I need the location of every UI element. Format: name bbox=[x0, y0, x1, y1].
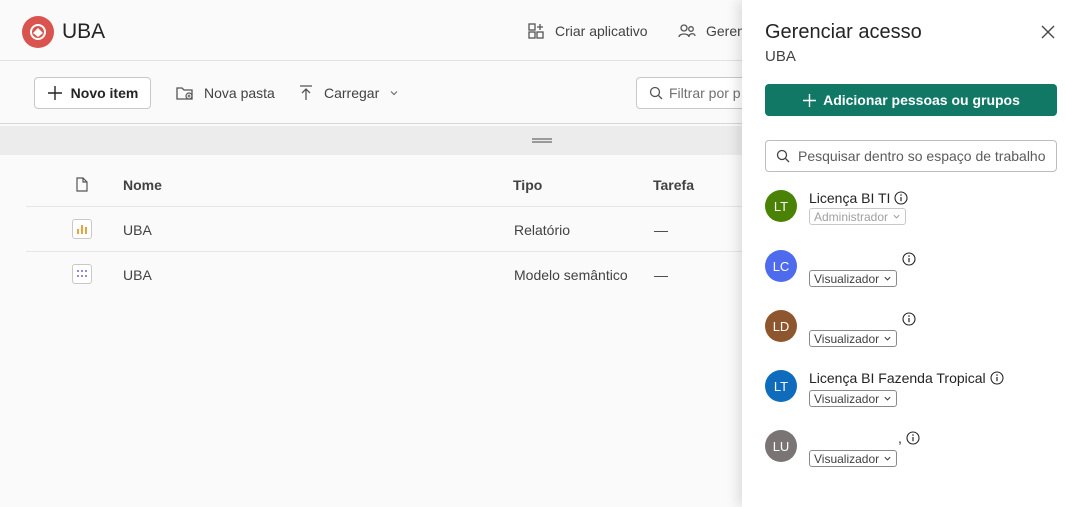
row-type: Relatório bbox=[514, 222, 571, 238]
app-icon bbox=[528, 23, 544, 39]
chevron-down-icon bbox=[390, 91, 398, 96]
workspace-header: UBA Criar aplicativo Geren bbox=[0, 0, 745, 61]
role-dropdown[interactable]: Visualizador bbox=[809, 270, 898, 287]
member-name-text: Licença BI TI bbox=[809, 190, 891, 206]
role-dropdown[interactable]: Visualizador bbox=[809, 390, 898, 407]
panel-subtitle: UBA bbox=[765, 48, 796, 65]
new-folder-button[interactable]: Nova pasta bbox=[176, 84, 275, 102]
workspace-title: UBA bbox=[62, 20, 106, 43]
workspace-toolbar: Novo item Nova pasta Carregar Filtrar po… bbox=[0, 62, 756, 124]
manage-access-panel: Gerenciar acesso UBA Adicionar pessoas o… bbox=[742, 0, 1066, 507]
table-row[interactable]: UBA Modelo semântico — bbox=[26, 251, 742, 296]
table-row[interactable]: UBA Relatório — bbox=[26, 206, 742, 251]
info-icon[interactable] bbox=[902, 252, 916, 266]
member-name-text: Licença BI Fazenda Tropical bbox=[809, 370, 986, 386]
avatar: LT bbox=[765, 370, 797, 402]
role-dropdown: Administrador bbox=[809, 208, 907, 225]
people-search-input[interactable]: Pesquisar dentro so espaço de trabalho bbox=[765, 140, 1057, 172]
chevron-down-icon bbox=[893, 214, 900, 219]
add-people-button[interactable]: Adicionar pessoas ou grupos bbox=[765, 84, 1057, 116]
search-icon bbox=[649, 86, 663, 100]
row-name[interactable]: UBA bbox=[123, 222, 152, 238]
member-name bbox=[898, 252, 916, 266]
member-row: LD Visualizador bbox=[765, 310, 1057, 360]
search-icon bbox=[776, 149, 790, 163]
chevron-down-icon bbox=[884, 276, 891, 281]
workspace-logo-icon bbox=[22, 16, 54, 48]
add-people-label: Adicionar pessoas ou grupos bbox=[823, 92, 1020, 108]
file-type-header-icon bbox=[76, 177, 88, 192]
upload-icon bbox=[300, 85, 312, 100]
member-name: , bbox=[898, 430, 920, 446]
avatar: LD bbox=[765, 310, 797, 342]
new-folder-label: Nova pasta bbox=[204, 85, 275, 101]
role-label: Visualizador bbox=[814, 331, 880, 346]
avatar: LC bbox=[765, 250, 797, 282]
member-name: Licença BI Fazenda Tropical bbox=[809, 370, 1004, 386]
member-name: Licença BI TI bbox=[809, 190, 909, 206]
chevron-down-icon bbox=[884, 336, 891, 341]
role-label: Administrador bbox=[814, 209, 889, 224]
row-name[interactable]: UBA bbox=[123, 267, 152, 283]
semantic-model-icon bbox=[72, 264, 92, 284]
pane-splitter[interactable] bbox=[0, 126, 742, 155]
row-task: — bbox=[654, 267, 668, 283]
info-icon[interactable] bbox=[906, 431, 920, 445]
filter-placeholder: Filtrar por p bbox=[669, 85, 741, 101]
row-task: — bbox=[654, 222, 668, 238]
manage-access-button[interactable]: Geren bbox=[678, 22, 745, 40]
report-icon bbox=[72, 219, 92, 239]
avatar: LT bbox=[765, 190, 797, 222]
avatar: LU bbox=[765, 430, 797, 462]
folder-add-icon bbox=[176, 87, 193, 100]
role-dropdown[interactable]: Visualizador bbox=[809, 450, 898, 467]
new-item-label: Novo item bbox=[70, 85, 139, 101]
role-label: Visualizador bbox=[814, 271, 880, 286]
member-name bbox=[898, 312, 916, 326]
role-label: Visualizador bbox=[814, 451, 880, 466]
create-app-label: Criar aplicativo bbox=[555, 23, 648, 39]
info-icon[interactable] bbox=[894, 191, 909, 205]
close-icon[interactable] bbox=[1040, 24, 1056, 40]
panel-title: Gerenciar acesso bbox=[765, 21, 922, 43]
workspace-view: UBA Criar aplicativo Geren Novo item Nov… bbox=[0, 0, 756, 507]
manage-access-label: Geren bbox=[706, 23, 745, 39]
member-row: LC Visualizador bbox=[765, 250, 1057, 300]
chevron-down-icon bbox=[884, 396, 891, 401]
plus-icon bbox=[47, 86, 62, 100]
info-icon[interactable] bbox=[990, 371, 1004, 385]
member-row: LU, Visualizador bbox=[765, 430, 1057, 480]
column-header-type[interactable]: Tipo bbox=[513, 177, 542, 193]
info-icon[interactable] bbox=[902, 312, 916, 326]
upload-label: Carregar bbox=[324, 85, 380, 101]
member-row: LT Licença BI TI Administrador bbox=[765, 190, 1057, 240]
chevron-down-icon bbox=[884, 456, 891, 461]
row-type: Modelo semântico bbox=[514, 267, 628, 283]
people-icon bbox=[678, 24, 696, 38]
upload-button[interactable]: Carregar bbox=[298, 84, 399, 102]
column-header-task[interactable]: Tarefa bbox=[653, 177, 694, 193]
create-app-button[interactable]: Criar aplicativo bbox=[527, 22, 648, 40]
people-search-placeholder: Pesquisar dentro so espaço de trabalho bbox=[798, 148, 1046, 164]
role-dropdown[interactable]: Visualizador bbox=[809, 330, 898, 347]
plus-icon bbox=[803, 93, 817, 107]
column-header-name[interactable]: Nome bbox=[123, 177, 162, 193]
drag-handle-icon[interactable] bbox=[532, 138, 552, 143]
new-item-button[interactable]: Novo item bbox=[34, 77, 151, 109]
member-name-text: , bbox=[898, 430, 902, 446]
member-row: LT Licença BI Fazenda Tropical Visualizado… bbox=[765, 370, 1057, 420]
role-label: Visualizador bbox=[814, 391, 880, 406]
filter-input[interactable]: Filtrar por p bbox=[636, 77, 756, 109]
